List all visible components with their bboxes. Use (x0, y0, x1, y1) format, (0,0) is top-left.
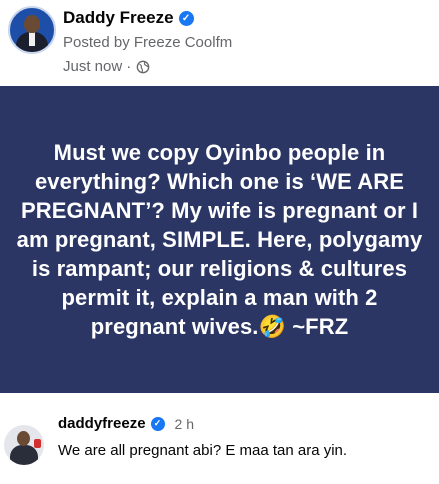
globe-icon[interactable] (136, 60, 150, 74)
meta-separator: · (126, 58, 132, 75)
author-name[interactable]: Daddy Freeze (63, 8, 174, 28)
verified-badge-icon: ✓ (150, 416, 165, 431)
verified-badge-icon: ✓ (178, 10, 194, 26)
comment: daddyfreeze ✓ 2 h We are all pregnant ab… (0, 395, 439, 484)
comment-timestamp[interactable]: 2 h (175, 416, 194, 432)
author-name-row: Daddy Freeze ✓ (63, 8, 194, 28)
author-avatar[interactable] (8, 6, 56, 54)
commenter-avatar[interactable] (4, 425, 44, 465)
posted-by-label: Posted by Freeze Coolfm (63, 34, 233, 51)
comment-header: daddyfreeze ✓ 2 h (58, 415, 347, 432)
banner-text: Must we copy Oyinbo people in everything… (16, 140, 423, 339)
comment-username[interactable]: daddyfreeze (58, 415, 146, 432)
post-header: Daddy Freeze ✓ Posted by Freeze Coolfm J… (0, 0, 439, 84)
text-post-banner: Must we copy Oyinbo people in everything… (0, 86, 439, 393)
comment-bubble: daddyfreeze ✓ 2 h We are all pregnant ab… (58, 415, 347, 459)
post-meta: Just now · (63, 58, 150, 75)
post-timestamp[interactable]: Just now (63, 58, 122, 75)
comment-text: We are all pregnant abi? E maa tan ara y… (58, 442, 348, 459)
